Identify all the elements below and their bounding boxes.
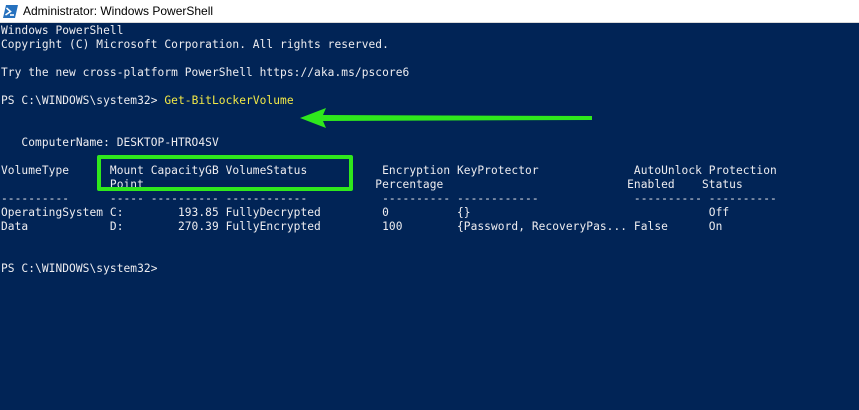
title-bar[interactable]: Administrator: Windows PowerShell <box>0 0 859 23</box>
header-line-copyright: Copyright (C) Microsoft Corporation. All… <box>1 38 389 51</box>
highlight-box <box>97 155 353 191</box>
powershell-window: Administrator: Windows PowerShell Window… <box>0 0 859 410</box>
computer-name-line: ComputerName: DESKTOP-HTRO4SV <box>1 136 219 149</box>
prompt: PS C:\WINDOWS\system32> <box>1 94 165 107</box>
header-line-pscore: Try the new cross-platform PowerShell ht… <box>1 66 410 79</box>
table-row: Data D: 270.39 FullyEncrypted 100 {Passw… <box>1 220 723 233</box>
command-line: PS C:\WINDOWS\system32> Get-BitLockerVol… <box>1 94 294 108</box>
table-separator-row: ---------- ----- ---------- ------------… <box>1 192 777 205</box>
table-row: OperatingSystem C: 193.85 FullyDecrypted… <box>1 206 730 219</box>
left-arrow-icon <box>300 108 592 128</box>
window-title: Administrator: Windows PowerShell <box>23 4 214 18</box>
console-area[interactable]: Windows PowerShell Copyright (C) Microso… <box>0 23 859 410</box>
header-line-product: Windows PowerShell <box>1 24 124 37</box>
powershell-icon <box>3 5 18 18</box>
prompt-line: PS C:\WINDOWS\system32> <box>1 262 165 275</box>
command-text: Get-BitLockerVolume <box>164 94 294 107</box>
